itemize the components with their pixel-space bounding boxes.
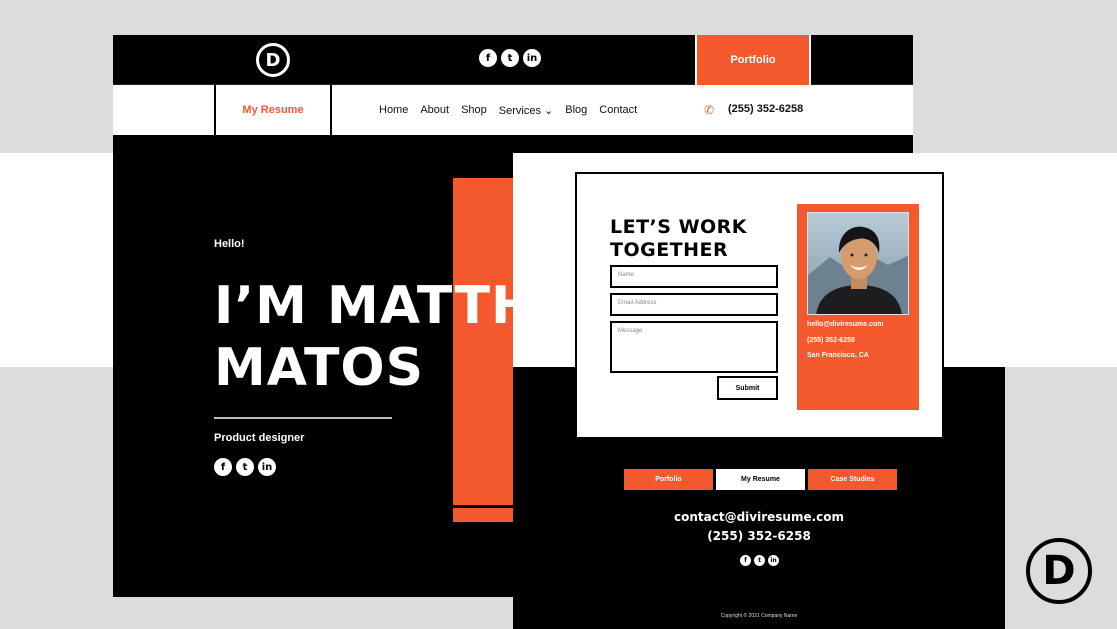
twitter-icon[interactable]: t [501, 49, 519, 67]
facebook-icon[interactable]: f [214, 458, 232, 476]
facebook-icon[interactable]: f [479, 49, 497, 67]
contact-heading: LET’S WORK TOGETHER [610, 216, 747, 262]
divi-brand-logo: D [1026, 538, 1092, 604]
contact-card: LET’S WORK TOGETHER Name Email Address M… [575, 172, 944, 439]
footer-portfolio-button[interactable]: Porfolio [624, 469, 713, 490]
footer-contact-email[interactable]: contact@diviresume.com [513, 510, 1005, 524]
contact-heading-line1: LET’S WORK [610, 216, 748, 238]
submit-button[interactable]: Submit [717, 376, 778, 400]
linkedin-icon[interactable]: in [258, 458, 276, 476]
hero-divider [214, 417, 392, 419]
copyright-text: Copyright © 2021 Company Name [720, 613, 798, 619]
my-resume-tab[interactable]: My Resume [214, 85, 332, 135]
nav-about[interactable]: About [420, 104, 449, 116]
nav-services[interactable]: Services ⌄ [499, 104, 553, 117]
nav-contact[interactable]: Contact [599, 104, 637, 116]
contact-heading-line2: TOGETHER [610, 239, 729, 261]
facebook-icon[interactable]: f [740, 555, 751, 566]
hero-social-links: f t in [214, 458, 276, 476]
footer-case-studies-button[interactable]: Case Studies [808, 469, 897, 490]
nav-home[interactable]: Home [379, 104, 408, 116]
hero-role: Product designer [214, 432, 305, 444]
profile-phone[interactable]: (255) 352-6258 [807, 337, 855, 344]
hero-name: I’M MATTH MATOS [214, 275, 536, 399]
profile-card: hello@diviresume.com (255) 352-6258 San … [797, 204, 919, 410]
footer-buttons: Porfolio My Resume Case Studies [624, 469, 897, 490]
twitter-icon[interactable]: t [754, 555, 765, 566]
name-field[interactable]: Name [610, 265, 778, 288]
profile-photo [807, 212, 909, 315]
twitter-icon[interactable]: t [236, 458, 254, 476]
linkedin-icon[interactable]: in [523, 49, 541, 67]
hero-name-line2: MATOS [214, 338, 425, 398]
nav-shop[interactable]: Shop [461, 104, 487, 116]
hero-accent-strip [453, 508, 513, 522]
site-logo[interactable]: D [256, 43, 290, 77]
footer-social-links: f t in [740, 555, 779, 566]
top-bar: D f t in Portfolio [113, 35, 913, 85]
profile-email[interactable]: hello@diviresume.com [807, 321, 883, 328]
header-social-links: f t in [479, 49, 541, 67]
main-navigation: My Resume Home About Shop Services ⌄ Blo… [113, 85, 913, 135]
email-field[interactable]: Email Address [610, 293, 778, 316]
linkedin-icon[interactable]: in [768, 555, 779, 566]
phone-icon: ✆ [704, 103, 715, 117]
message-field[interactable]: Message [610, 321, 778, 373]
website-preview-front: LET’S WORK TOGETHER Name Email Address M… [513, 153, 1005, 629]
hero-name-line1: I’M MATTH [214, 276, 536, 336]
nav-links: Home About Shop Services ⌄ Blog Contact [379, 85, 637, 135]
footer-contact-phone[interactable]: (255) 352-6258 [513, 529, 1005, 543]
header-phone[interactable]: (255) 352-6258 [728, 103, 803, 115]
nav-blog[interactable]: Blog [565, 104, 587, 116]
portfolio-tab[interactable]: Portfolio [695, 35, 811, 85]
hero-greeting: Hello! [214, 238, 245, 250]
footer-my-resume-button[interactable]: My Resume [716, 469, 805, 490]
profile-location: San Francisco, CA [807, 352, 869, 359]
